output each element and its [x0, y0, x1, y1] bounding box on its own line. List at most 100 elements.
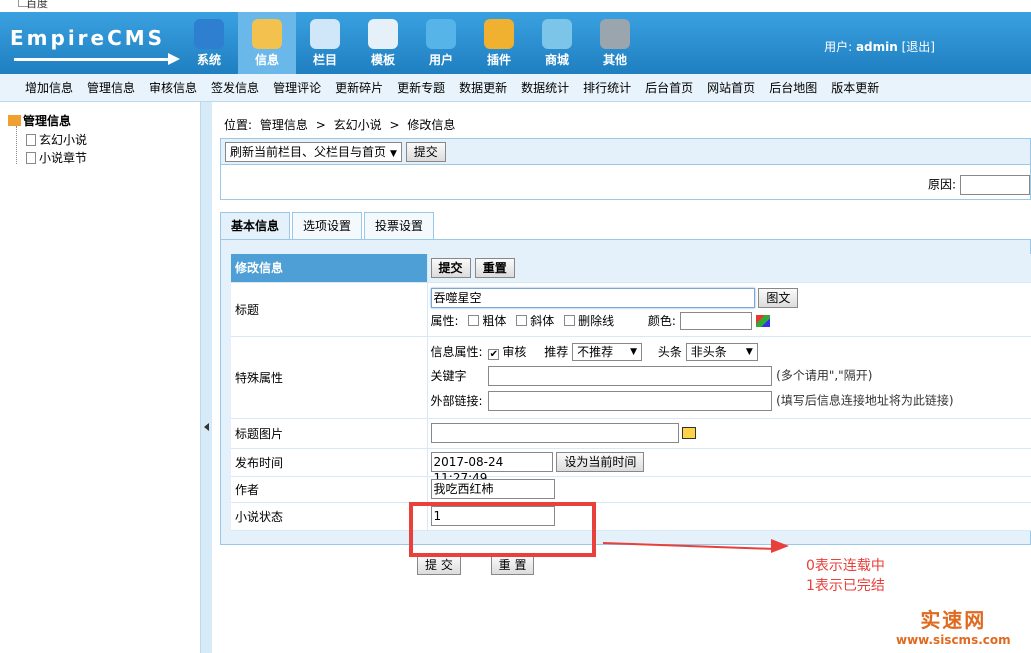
- italic-checkbox[interactable]: [516, 314, 528, 326]
- tree-line: [16, 126, 17, 164]
- color-input[interactable]: [679, 312, 752, 331]
- annotation-note: 0表示连载中 1表示已完结: [806, 556, 885, 596]
- sidebar-item-xuanhuan[interactable]: 玄幻小说: [26, 131, 87, 148]
- sidebar-root-label: 管理信息: [23, 114, 72, 128]
- menu-item-12[interactable]: 后台地图: [762, 74, 824, 101]
- menu-item-6[interactable]: 更新专题: [390, 74, 452, 101]
- info-attr-label: 信息属性:: [430, 344, 483, 359]
- nav-item-3[interactable]: 模板: [354, 12, 412, 74]
- audit-label: 审核: [502, 344, 527, 359]
- window-icon: [368, 19, 398, 49]
- menu-bar: 增加信息 管理信息 审核信息 签发信息 管理评论 更新碎片 更新专题 数据更新 数据统计 排行统计…: [0, 74, 1031, 102]
- pubtime-label: 发布时间: [231, 448, 428, 477]
- strike-checkbox[interactable]: [564, 314, 576, 326]
- special-label: 特殊属性: [231, 336, 428, 419]
- refresh-submit-button[interactable]: 提交: [405, 142, 446, 162]
- breadcrumb-link-manage[interactable]: 管理信息: [260, 118, 308, 132]
- pubtime-input[interactable]: 2017-08-24 11:27:49: [430, 452, 553, 485]
- bottom-submit-button[interactable]: 提 交: [417, 555, 461, 575]
- menu-item-5[interactable]: 更新碎片: [328, 74, 390, 101]
- reason-input[interactable]: [960, 175, 1030, 195]
- menu-item-3[interactable]: 签发信息: [204, 74, 266, 101]
- menu-item-7[interactable]: 数据更新: [452, 74, 514, 101]
- main-content: 位置: 管理信息 > 玄幻小说 > 修改信息 刷新当前栏目、父栏目与首页 ▼ 提交…: [212, 102, 1031, 653]
- menu-item-11[interactable]: 网站首页: [700, 74, 762, 101]
- tab-basic[interactable]: 基本信息: [220, 212, 291, 240]
- keyword-label: 关键字: [430, 368, 467, 383]
- titlepic-input[interactable]: [430, 423, 679, 443]
- top-strip: 百度: [0, 0, 1031, 12]
- globe-icon: [194, 19, 224, 49]
- color-picker-icon[interactable]: [755, 315, 770, 328]
- sidebar-item-label: 玄幻小说: [39, 133, 88, 147]
- sidebar-item-label: 小说章节: [39, 151, 88, 165]
- nav-item-label: 其他: [602, 53, 627, 67]
- nav-item-7[interactable]: 其他: [586, 12, 644, 74]
- special-cell: 信息属性: 审核 推荐 不推荐 ▼ 头条 非头条 ▼ 关键字 (多个请用","隔开)…: [427, 336, 1031, 419]
- nav-item-2[interactable]: 栏目: [296, 12, 354, 74]
- set-now-button[interactable]: 设为当前时间: [556, 452, 645, 472]
- breadcrumb-current: 修改信息: [407, 118, 456, 132]
- menu-item-1[interactable]: 管理信息: [80, 74, 142, 101]
- nav-item-4[interactable]: 用户: [412, 12, 470, 74]
- header: EmpireCMS 系统 信息 栏目 模板 用户 插件 商城 其他 用户: admin [退出…: [0, 12, 1031, 74]
- dropdown-arrow-icon: ▼: [745, 347, 753, 358]
- card-icon: [542, 19, 572, 49]
- bottom-reset-button[interactable]: 重 置: [490, 555, 535, 575]
- reason-label: 原因:: [927, 177, 956, 192]
- splitter[interactable]: [200, 102, 212, 653]
- recommend-select[interactable]: 不推荐 ▼: [572, 343, 643, 362]
- user-name: admin: [855, 40, 898, 54]
- breadcrumb-prefix: 位置:: [224, 118, 253, 132]
- dropdown-arrow-icon: ▼: [630, 347, 638, 358]
- tab-options[interactable]: 选项设置: [292, 212, 363, 240]
- collapse-arrow-icon[interactable]: [204, 423, 209, 431]
- bold-checkbox[interactable]: [468, 314, 480, 326]
- logout-link[interactable]: [退出]: [902, 40, 935, 54]
- menu-item-10[interactable]: 后台首页: [638, 74, 700, 101]
- form-reset-button[interactable]: 重置: [474, 257, 515, 278]
- bold-label: 粗体: [482, 313, 507, 328]
- row-status: 小说状态 1: [231, 502, 1031, 531]
- menu-item-13[interactable]: 版本更新: [824, 74, 886, 101]
- breadcrumb: 位置: 管理信息 > 玄幻小说 > 修改信息: [224, 116, 459, 133]
- nav-item-label: 插件: [486, 53, 511, 67]
- nav-item-1[interactable]: 信息: [238, 12, 296, 74]
- recommend-value: 不推荐: [577, 345, 614, 360]
- headline-value: 非头条: [690, 345, 727, 360]
- titlepic-cell: [427, 418, 1031, 449]
- title-input[interactable]: 吞噬星空: [430, 287, 755, 308]
- row-title: 标题 吞噬星空 图文 属性: 粗体 斜体 删除线 颜色:: [231, 282, 1031, 337]
- link-hint: (填写后信息连接地址将为此链接): [776, 393, 954, 408]
- recommend-label: 推荐: [544, 344, 569, 359]
- menu-item-4[interactable]: 管理评论: [266, 74, 328, 101]
- menu-item-0[interactable]: 增加信息: [18, 74, 80, 101]
- tab-vote[interactable]: 投票设置: [364, 212, 435, 240]
- form-header-label: 修改信息: [231, 254, 428, 283]
- author-input[interactable]: 我吃西红柿: [430, 479, 555, 499]
- nav-item-6[interactable]: 商城: [528, 12, 586, 74]
- user-box: 用户: admin [退出]: [824, 38, 935, 55]
- sidebar-item-chapters[interactable]: 小说章节: [26, 149, 87, 166]
- form-submit-button[interactable]: 提交: [430, 257, 471, 278]
- title-label: 标题: [231, 282, 428, 337]
- keyword-input[interactable]: [488, 366, 773, 387]
- title-pic-button[interactable]: 图文: [758, 287, 799, 308]
- author-cell: 我吃西红柿: [427, 476, 1031, 503]
- breadcrumb-link-category[interactable]: 玄幻小说: [334, 118, 382, 132]
- image-picker-icon[interactable]: [682, 427, 697, 439]
- audit-checkbox[interactable]: [488, 348, 500, 360]
- nav-item-label: 模板: [370, 53, 395, 67]
- menu-item-2[interactable]: 审核信息: [142, 74, 204, 101]
- menu-item-9[interactable]: 排行统计: [576, 74, 638, 101]
- link-input[interactable]: [488, 391, 773, 412]
- nav-item-5[interactable]: 插件: [470, 12, 528, 74]
- user-icon: [426, 19, 456, 49]
- nav-item-0[interactable]: 系统: [180, 12, 238, 74]
- dropdown-arrow-icon: ▼: [390, 149, 397, 159]
- headline-select[interactable]: 非头条 ▼: [685, 343, 758, 362]
- sidebar-root[interactable]: 管理信息: [8, 112, 71, 129]
- menu-item-8[interactable]: 数据统计: [514, 74, 576, 101]
- tools-icon: [484, 19, 514, 49]
- refresh-select[interactable]: 刷新当前栏目、父栏目与首页 ▼: [225, 142, 402, 162]
